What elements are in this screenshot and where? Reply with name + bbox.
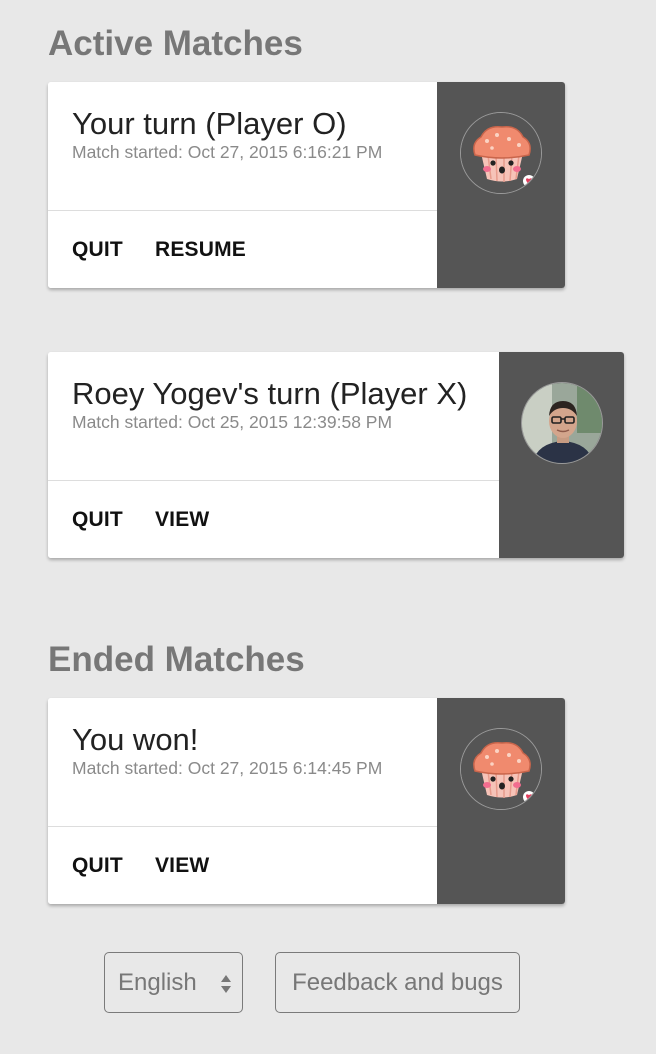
match-status-title: Your turn (Player O): [72, 106, 347, 141]
ended-matches-heading: Ended Matches: [48, 640, 305, 679]
view-button[interactable]: VIEW: [155, 854, 209, 878]
match-card-main: Your turn (Player O) Match started: Oct …: [48, 82, 437, 288]
match-card-active-2: Roey Yogev's turn (Player X) Match start…: [48, 352, 624, 558]
muffin-avatar-icon: [460, 728, 542, 810]
match-info: Your turn (Player O) Match started: Oct …: [48, 82, 437, 211]
player-photo-avatar: [520, 382, 603, 464]
match-started-time: Match started: Oct 27, 2015 6:14:45 PM: [72, 758, 383, 778]
quit-button[interactable]: QUIT: [72, 854, 123, 878]
match-actions: QUIT VIEW: [48, 481, 499, 558]
feedback-button[interactable]: Feedback and bugs: [275, 952, 520, 1013]
match-card-active-1: Your turn (Player O) Match started: Oct …: [48, 82, 565, 288]
match-info: You won! Match started: Oct 27, 2015 6:1…: [48, 698, 437, 827]
match-card-main: You won! Match started: Oct 27, 2015 6:1…: [48, 698, 437, 904]
match-info: Roey Yogev's turn (Player X) Match start…: [48, 352, 499, 481]
match-actions: QUIT RESUME: [48, 211, 437, 288]
quit-button[interactable]: QUIT: [72, 238, 123, 262]
quit-button[interactable]: QUIT: [72, 508, 123, 532]
resume-button[interactable]: RESUME: [155, 238, 246, 262]
match-card-ended-1: You won! Match started: Oct 27, 2015 6:1…: [48, 698, 565, 904]
match-card-main: Roey Yogev's turn (Player X) Match start…: [48, 352, 499, 558]
match-started-time: Match started: Oct 27, 2015 6:16:21 PM: [72, 142, 383, 162]
match-status-title: You won!: [72, 722, 199, 757]
language-select[interactable]: English: [104, 952, 243, 1013]
match-status-title: Roey Yogev's turn (Player X): [72, 376, 468, 411]
language-select-value: English: [118, 968, 197, 996]
avatar-panel: [499, 352, 624, 558]
active-matches-heading: Active Matches: [48, 24, 303, 63]
match-actions: QUIT VIEW: [48, 827, 437, 904]
muffin-avatar-icon: [460, 112, 542, 194]
feedback-button-label: Feedback and bugs: [292, 968, 503, 996]
match-started-time: Match started: Oct 25, 2015 12:39:58 PM: [72, 412, 393, 432]
avatar-panel: [437, 698, 565, 904]
select-arrows-icon: [221, 975, 231, 993]
avatar-panel: [437, 82, 565, 288]
view-button[interactable]: VIEW: [155, 508, 209, 532]
